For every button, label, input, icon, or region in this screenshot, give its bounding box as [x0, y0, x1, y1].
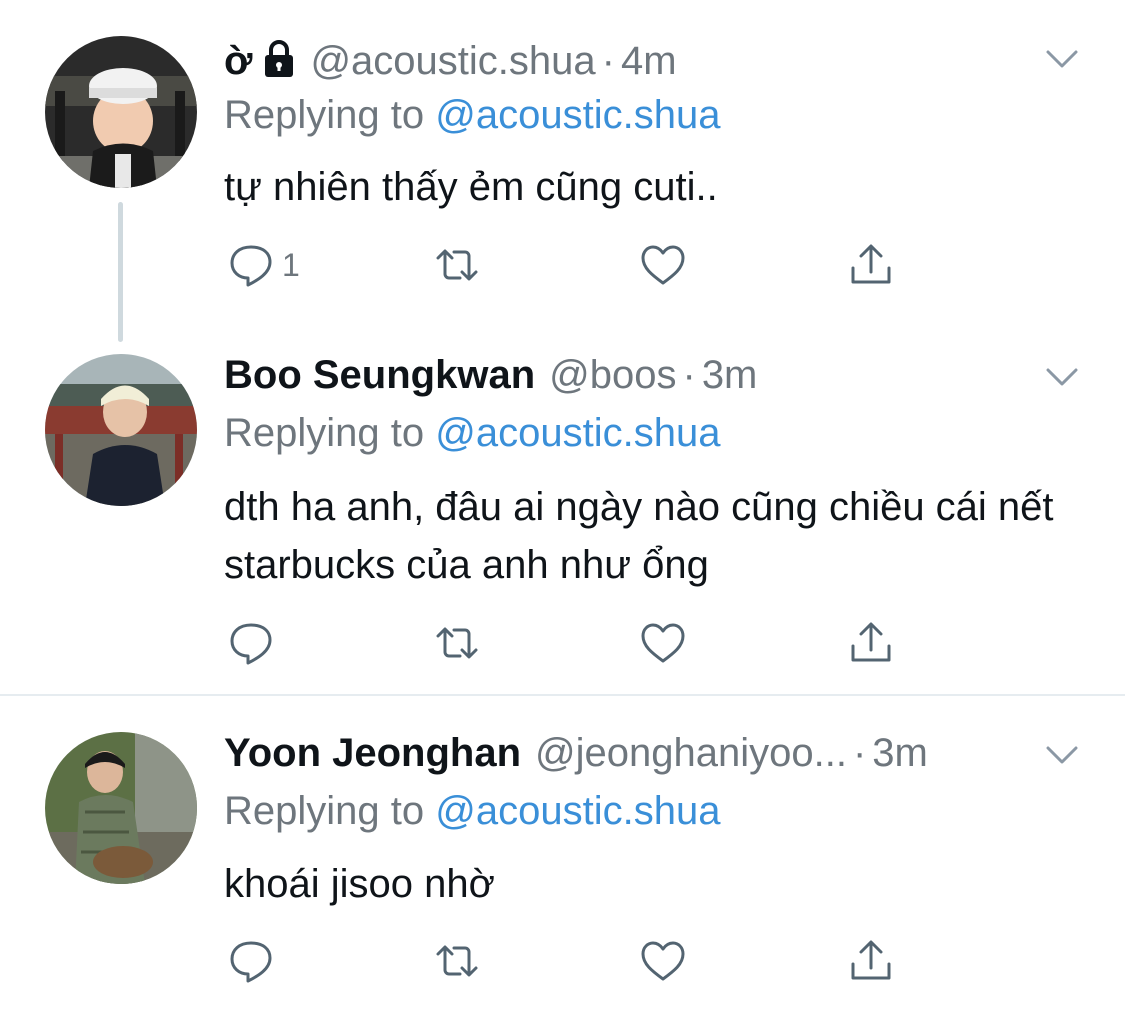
display-name[interactable]: ờ	[224, 39, 252, 84]
reply-button[interactable]	[228, 618, 274, 668]
like-icon	[641, 245, 685, 285]
avatar-photo	[45, 732, 197, 884]
like-button[interactable]	[640, 618, 686, 668]
timestamp[interactable]: 3m	[702, 353, 758, 398]
replying-to: Replying to @acoustic.shua	[224, 411, 720, 456]
timestamp[interactable]: 3m	[872, 731, 928, 776]
retweet-icon	[436, 249, 478, 281]
timestamp[interactable]: 4m	[621, 39, 677, 84]
user-handle[interactable]: @jeonghaniyoo...	[535, 731, 847, 776]
like-icon	[641, 941, 685, 981]
display-name[interactable]: Boo Seungkwan	[224, 353, 535, 398]
avatar-photo	[45, 36, 197, 188]
reply-icon	[230, 941, 272, 983]
display-name[interactable]: Yoon Jeonghan	[224, 731, 521, 776]
lock-icon	[262, 39, 296, 79]
retweet-button[interactable]	[434, 936, 480, 986]
separator-dot: ·	[601, 39, 615, 83]
tweet-header: Boo Seungkwan @boos · 3m	[224, 353, 757, 403]
reply-button[interactable]	[228, 936, 274, 986]
retweet-button[interactable]	[434, 618, 480, 668]
avatar[interactable]	[45, 354, 197, 506]
user-handle[interactable]: @boos	[549, 353, 676, 398]
retweet-icon	[436, 627, 478, 659]
like-icon	[641, 623, 685, 663]
reply-count: 1	[282, 246, 300, 283]
avatar[interactable]	[45, 36, 197, 188]
reply-icon	[230, 623, 272, 665]
replying-to: Replying to @acoustic.shua	[224, 93, 720, 138]
reply-mention[interactable]: @acoustic.shua	[435, 789, 720, 833]
replying-prefix: Replying to	[224, 411, 425, 455]
share-button[interactable]	[848, 936, 894, 986]
avatar[interactable]	[45, 732, 197, 884]
user-handle[interactable]: @acoustic.shua	[310, 39, 595, 84]
thread-line	[118, 202, 123, 342]
retweet-button[interactable]	[434, 240, 480, 290]
reply-button[interactable]: 1	[228, 240, 300, 290]
avatar-photo	[45, 354, 197, 506]
replying-to: Replying to @acoustic.shua	[224, 789, 720, 834]
tweet-text: dth ha anh, đâu ai ngày nào cũng chiều c…	[224, 485, 1054, 587]
like-button[interactable]	[640, 936, 686, 986]
separator-dot: ·	[852, 731, 867, 775]
like-button[interactable]	[640, 240, 686, 290]
tweet-text: khoái jisoo nhờ	[224, 862, 495, 906]
share-icon	[851, 940, 891, 980]
reply-mention[interactable]: @acoustic.shua	[435, 93, 720, 137]
reply-icon	[230, 245, 272, 287]
separator-dot: ·	[682, 353, 696, 397]
tweet-text: tự nhiên thấy ẻm cũng cuti..	[224, 165, 718, 209]
tweet-divider	[0, 694, 1125, 696]
tweet-actions	[224, 936, 924, 986]
replying-prefix: Replying to	[224, 93, 425, 137]
chevron-down-icon[interactable]	[1042, 362, 1082, 392]
reply-mention[interactable]: @acoustic.shua	[435, 411, 720, 455]
tweet-header: ờ @acoustic.shua · 4m	[224, 34, 677, 84]
share-icon	[851, 244, 891, 284]
share-icon	[851, 622, 891, 662]
tweet-header: Yoon Jeonghan @jeonghaniyoo... · 3m	[224, 731, 928, 781]
replying-prefix: Replying to	[224, 789, 425, 833]
chevron-down-icon[interactable]	[1042, 44, 1082, 74]
tweet-actions: 1	[224, 240, 924, 290]
retweet-icon	[436, 945, 478, 977]
chevron-down-icon[interactable]	[1042, 740, 1082, 770]
tweet-actions	[224, 618, 924, 668]
share-button[interactable]	[848, 240, 894, 290]
share-button[interactable]	[848, 618, 894, 668]
